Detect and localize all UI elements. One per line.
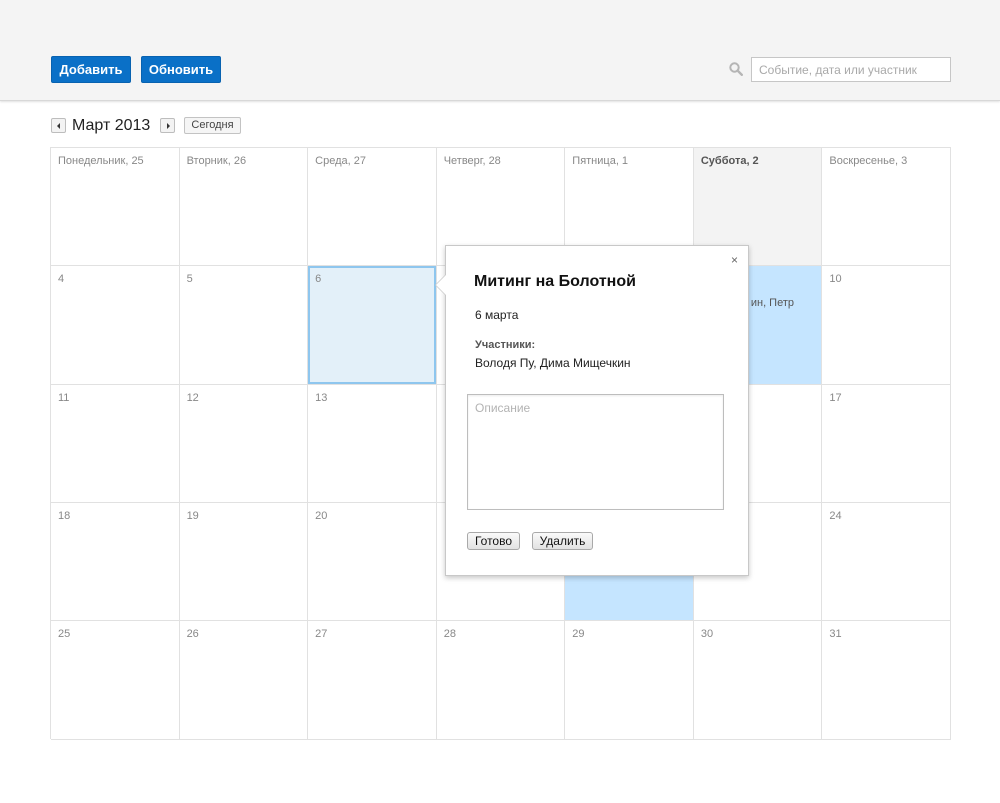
- day-label: 29: [572, 628, 585, 640]
- add-button[interactable]: Добавить: [51, 56, 131, 83]
- day-cell[interactable]: Воскресенье, 3: [822, 148, 951, 266]
- day-label: 20: [315, 510, 328, 522]
- day-cell[interactable]: 29: [565, 621, 694, 740]
- done-button[interactable]: Готово: [467, 532, 520, 550]
- month-title: Март 2013: [72, 117, 151, 134]
- day-label: 24: [829, 510, 842, 522]
- close-icon[interactable]: ×: [731, 254, 738, 266]
- prev-month-button[interactable]: [51, 118, 66, 133]
- day-label: 10: [829, 273, 842, 285]
- day-cell[interactable]: 19: [179, 503, 309, 621]
- next-month-button[interactable]: [160, 118, 175, 133]
- day-label: 30: [700, 628, 714, 640]
- refresh-button[interactable]: Обновить: [141, 56, 221, 83]
- day-cell[interactable]: 30: [693, 621, 823, 740]
- day-cell[interactable]: 5: [179, 266, 309, 385]
- today-button[interactable]: Сегодня: [184, 117, 241, 134]
- day-cell[interactable]: 6: [308, 266, 437, 385]
- event-title-fragment: !: [741, 279, 822, 293]
- description-field[interactable]: [467, 394, 724, 510]
- chevron-right-icon: [167, 123, 170, 129]
- day-label: 31: [829, 628, 842, 640]
- event-participants-fragment: ин, Петр: [750, 297, 794, 309]
- day-cell[interactable]: 24: [822, 503, 951, 621]
- day-cell[interactable]: 11: [51, 385, 180, 503]
- day-cell[interactable]: 28: [436, 621, 566, 740]
- day-cell[interactable]: Понедельник, 25: [51, 148, 180, 266]
- day-label: Среда, 27: [315, 155, 366, 167]
- day-cell[interactable]: 26: [179, 621, 309, 740]
- day-label: 17: [829, 392, 842, 404]
- search-input[interactable]: [751, 57, 951, 82]
- participants-value: Володя Пу, Дима Мищечкин: [475, 356, 631, 370]
- event-date: 6 марта: [475, 308, 519, 322]
- day-cell[interactable]: 27: [308, 621, 437, 740]
- day-cell[interactable]: 10: [822, 266, 951, 385]
- day-label: 26: [186, 628, 199, 640]
- day-label: Четверг, 28: [443, 155, 501, 167]
- day-cell[interactable]: Вторник, 26: [179, 148, 309, 266]
- day-label: 5: [186, 273, 193, 285]
- event-title: Митинг на Болотной: [474, 273, 636, 290]
- day-cell[interactable]: 4: [51, 266, 180, 385]
- day-label: 25: [58, 628, 71, 640]
- day-cell[interactable]: 12: [179, 385, 309, 503]
- day-label: 6: [315, 273, 322, 285]
- day-label: 27: [315, 628, 328, 640]
- day-cell[interactable]: 25: [51, 621, 180, 740]
- event-popup: × Митинг на Болотной 6 марта Участники: …: [435, 245, 749, 576]
- day-label: 11: [58, 392, 70, 404]
- day-label: 18: [58, 510, 71, 522]
- search-icon: [729, 62, 743, 76]
- day-label: Суббота, 2: [700, 155, 759, 167]
- day-label: 4: [58, 273, 65, 285]
- day-label: Пятница, 1: [572, 155, 629, 167]
- top-toolbar: Добавить Обновить: [0, 0, 1000, 101]
- delete-button[interactable]: Удалить: [532, 532, 593, 550]
- day-cell[interactable]: 13: [308, 385, 437, 503]
- day-label: 13: [315, 392, 328, 404]
- day-label: Вторник, 26: [186, 155, 247, 167]
- chevron-left-icon: [57, 123, 60, 129]
- day-cell[interactable]: 17: [822, 385, 951, 503]
- participants-label: Участники:: [475, 339, 536, 351]
- day-label: Воскресенье, 3: [829, 155, 908, 167]
- day-label: Понедельник, 25: [58, 155, 144, 167]
- day-cell[interactable]: 20: [308, 503, 437, 621]
- day-label: 28: [443, 628, 456, 640]
- popup-pointer-fill: [436, 274, 447, 296]
- day-label: 12: [186, 392, 199, 404]
- day-cell[interactable]: 31: [822, 621, 951, 740]
- day-cell[interactable]: 18: [51, 503, 180, 621]
- day-label: 19: [186, 510, 199, 522]
- day-cell[interactable]: Среда, 27: [308, 148, 437, 266]
